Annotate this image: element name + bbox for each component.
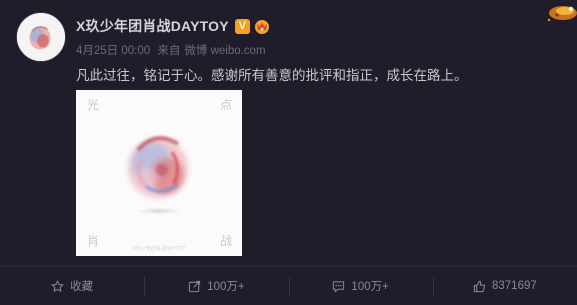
source-prefix: 来自 bbox=[157, 45, 181, 57]
like-button[interactable]: 8371697 bbox=[432, 267, 577, 305]
repost-icon bbox=[189, 280, 201, 292]
heart-artwork-image bbox=[128, 136, 188, 215]
post-text: 凡此过往，铭记于心。感谢所有善意的批评和指正，成长在路上。 bbox=[76, 68, 468, 84]
comment-icon bbox=[333, 280, 345, 293]
favorite-label: 收藏 bbox=[70, 281, 94, 293]
comment-button[interactable]: 100万+ bbox=[288, 267, 433, 305]
post-image[interactable]: 光 点 肖 战 X玖少年团肖战DAYTOY bbox=[76, 90, 242, 256]
source-link[interactable]: 微博 weibo.com bbox=[184, 45, 265, 57]
post-meta: 4月25日 00:00 来自 微博 weibo.com bbox=[76, 42, 270, 58]
image-watermark: X玖少年团肖战DAYTOY bbox=[132, 246, 186, 252]
decoration-icon bbox=[547, 6, 577, 22]
star-icon bbox=[51, 279, 64, 292]
thumbs-up-icon bbox=[473, 280, 485, 292]
verified-badge-icon[interactable]: V bbox=[234, 18, 250, 34]
avatar[interactable] bbox=[16, 12, 66, 62]
user-name-row: X玖少年团肖战DAYTOY V bbox=[76, 16, 271, 36]
action-bar: 收藏 100万+ 100万+ 8371697 bbox=[0, 266, 577, 305]
favorite-button[interactable]: 收藏 bbox=[0, 267, 144, 305]
repost-button[interactable]: 100万+ bbox=[144, 267, 288, 305]
image-corner-text: 光 bbox=[87, 98, 100, 112]
username-link[interactable]: X玖少年团肖战DAYTOY bbox=[76, 16, 229, 36]
image-corner-text: 点 bbox=[219, 98, 232, 112]
post-timestamp[interactable]: 4月25日 00:00 bbox=[76, 45, 150, 57]
member-crown-icon[interactable] bbox=[253, 17, 271, 35]
like-count: 8371697 bbox=[491, 280, 537, 292]
avatar-heart-icon bbox=[17, 13, 65, 61]
comment-count: 100万+ bbox=[351, 281, 389, 293]
repost-count: 100万+ bbox=[207, 281, 245, 293]
weibo-post-card: X玖少年团肖战DAYTOY V 4月25日 00:00 来自 微博 weibo.c… bbox=[0, 0, 577, 305]
